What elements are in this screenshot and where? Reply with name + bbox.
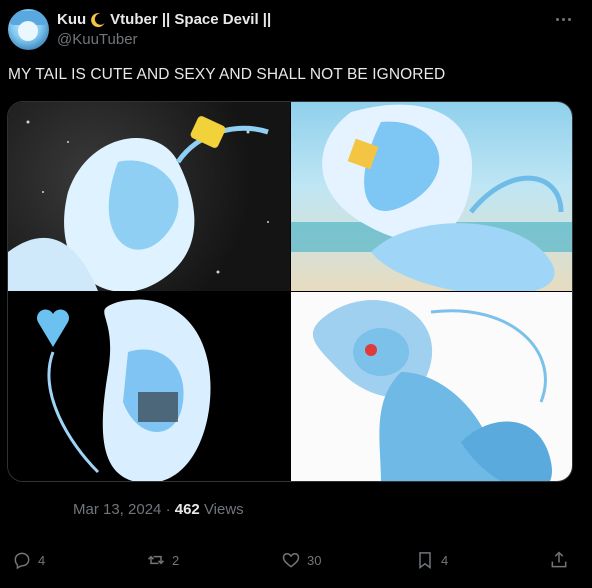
- avatar-face: [18, 21, 38, 41]
- user-handle[interactable]: @KuuTuber: [57, 31, 138, 48]
- display-name-part1: Kuu: [57, 11, 87, 28]
- like-button[interactable]: 30: [281, 550, 321, 570]
- media-image-2[interactable]: [291, 102, 572, 291]
- reply-count: 4: [38, 552, 46, 568]
- reply-button[interactable]: 4: [12, 550, 45, 570]
- like-count: 30: [307, 552, 322, 568]
- share-icon: [551, 551, 567, 568]
- more-icon[interactable]: [552, 12, 574, 26]
- tweet-meta: Mar 13, 2024 · 462 Views: [73, 501, 244, 518]
- tweet-text: MY TAIL IS CUTE AND SEXY AND SHALL NOT B…: [8, 66, 446, 83]
- meta-separator: ·: [165, 501, 171, 518]
- display-name[interactable]: Kuu Vtuber || Space Devil ||: [57, 11, 271, 28]
- repost-count: 2: [172, 552, 180, 568]
- views-count: 462: [174, 501, 200, 518]
- tweet-date[interactable]: Mar 13, 2024: [73, 501, 161, 518]
- bookmark-button[interactable]: 4: [415, 550, 448, 570]
- views-label: Views: [203, 501, 244, 518]
- share-button[interactable]: [549, 550, 569, 570]
- reply-icon: [14, 552, 30, 570]
- repost-icon: [147, 555, 165, 565]
- bookmark-icon: [419, 552, 431, 569]
- moon-icon: [91, 12, 105, 27]
- media-image-3[interactable]: [8, 292, 290, 481]
- action-bar: 4 2 30 4: [0, 540, 592, 580]
- media-image-1[interactable]: [8, 102, 290, 291]
- display-name-part2: Vtuber || Space Devil ||: [110, 11, 272, 28]
- media-grid[interactable]: [7, 101, 573, 482]
- like-icon: [282, 552, 300, 568]
- avatar[interactable]: [8, 9, 49, 50]
- media-image-4[interactable]: [291, 292, 572, 481]
- repost-button[interactable]: 2: [146, 550, 179, 570]
- bookmark-count: 4: [441, 552, 449, 568]
